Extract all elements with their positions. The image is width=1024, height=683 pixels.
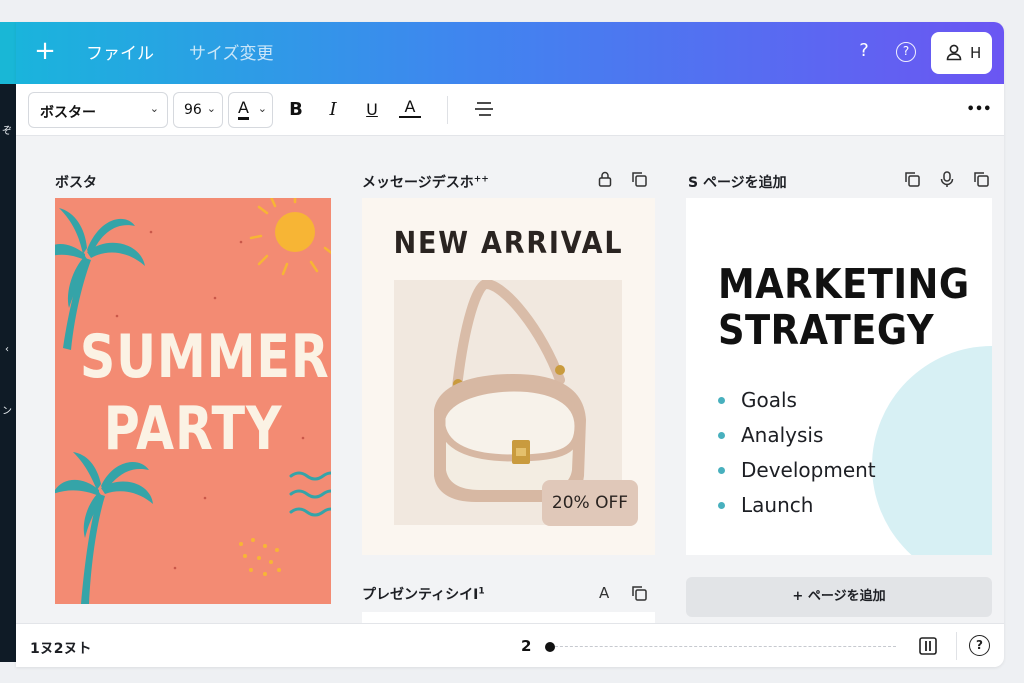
list-item-text: Development [741,458,876,482]
text-style-icon[interactable]: A [599,584,609,602]
sun-icon [249,198,331,276]
page-label[interactable]: ボスタ [55,172,97,192]
duplicate-icon[interactable] [972,170,990,188]
page-label[interactable]: S ページを追加 [688,172,787,192]
list-item-text: Launch [741,493,814,517]
next-page-preview[interactable] [362,612,655,623]
microphone-icon[interactable] [938,170,956,188]
add-page-button[interactable]: + ページを追加 [686,577,992,617]
bullet-dot [718,467,725,474]
page-label-text: メッセージデスホ [362,175,474,191]
page-label-sup: 1 [478,586,485,597]
help-circle-icon[interactable]: ? [896,42,916,62]
chevron-down-icon: ⌄ [149,102,159,115]
lock-icon[interactable] [596,170,614,188]
grid-view-icon[interactable] [918,636,938,656]
font-dropdown[interactable]: ボスター ⌄ [28,92,168,128]
summer-party-card[interactable]: SUMMER PARTY [55,198,331,604]
zoom-slider-handle[interactable] [545,642,555,652]
footer-bar: 1ヌ2ヌト 2 ? [16,623,1004,667]
user-icon [946,44,962,61]
left-sidebar-strip: ぞ ‹ ン [0,22,16,662]
text-color-dropdown[interactable]: A ⌄ [228,92,273,128]
new-arrival-card[interactable]: NEW ARRIVAL 20% OFF [362,198,655,555]
marketing-strategy-card[interactable]: MARKETING STRATEGY Goals Analysis Develo… [686,198,992,555]
more-options-icon[interactable]: ••• [964,99,994,121]
font-size-dropdown[interactable]: 96 ⌄ [173,92,223,128]
page-number: 2 [521,637,532,655]
help-icon[interactable]: ? [856,40,872,61]
summer-title-line: SUMMER [79,322,330,392]
sidebar-mark: ぞ [2,126,12,137]
bold-button[interactable]: B [285,99,307,121]
sidebar-mark: ‹ [5,344,9,355]
help-circle-icon[interactable]: ? [969,635,990,656]
sidebar-mark: ン [2,406,12,417]
bullet-dot [718,432,725,439]
bullet-dot [718,502,725,509]
toolbar-divider [447,96,448,124]
list-item-text: Goals [741,388,797,412]
chevron-down-icon: ⌄ [206,102,216,115]
discount-badge: 20% OFF [542,480,638,526]
arrival-title: NEW ARRIVAL [393,226,624,261]
editor-window: + ファイル サイズ変更 ? ? H ボスター ⌄ 96 ⌄ A ⌄ B I U… [16,22,1004,667]
menu-file[interactable]: ファイル [86,43,154,65]
confetti-dots [239,538,281,576]
palm-tree-icon [55,452,153,604]
format-toolbar: ボスター ⌄ 96 ⌄ A ⌄ B I U A ••• [16,84,1004,136]
sidebar-accent [0,22,16,84]
duplicate-icon[interactable] [630,170,648,188]
duplicate-icon[interactable] [630,584,648,602]
plus-icon[interactable]: + [34,36,56,66]
marketing-title-line: STRATEGY [718,306,935,354]
summer-title-line: PARTY [103,394,283,464]
zoom-slider-track[interactable] [550,646,896,647]
font-name: ボスター [40,105,96,121]
underline-button[interactable]: U [361,99,383,121]
top-bar: + ファイル サイズ変更 ? ? H [16,22,1004,84]
marketing-title-line: MARKETING [718,260,970,308]
decorative-circle [872,346,992,555]
page-label[interactable]: プレゼンティシイI1 [362,584,485,604]
menu-resize[interactable]: サイズ変更 [189,43,274,65]
design-canvas: ボスタ メッセージデスホ++ S ページを追加 SUMMER PARTY NEW… [16,136,1004,623]
footer-divider [956,632,957,660]
duplicate-icon[interactable] [903,170,921,188]
text-align-icon[interactable] [473,99,495,123]
chevron-down-icon: ⌄ [257,102,267,115]
page-label-text: プレゼンティシイI [362,587,479,603]
page-label-sup: ++ [473,174,489,185]
account-initial: H [970,44,982,62]
list-item-text: Analysis [741,423,824,447]
waves-icon [289,471,331,517]
bullet-dot [718,397,725,404]
page-label[interactable]: メッセージデスホ++ [362,172,489,192]
font-size-value: 96 [184,102,202,118]
account-button[interactable]: H [931,32,992,74]
footer-notes-label[interactable]: 1ヌ2ヌト [30,638,91,658]
text-color-icon: A [238,99,249,120]
italic-button[interactable]: I [322,99,344,121]
strikethrough-button[interactable]: A [399,98,421,118]
